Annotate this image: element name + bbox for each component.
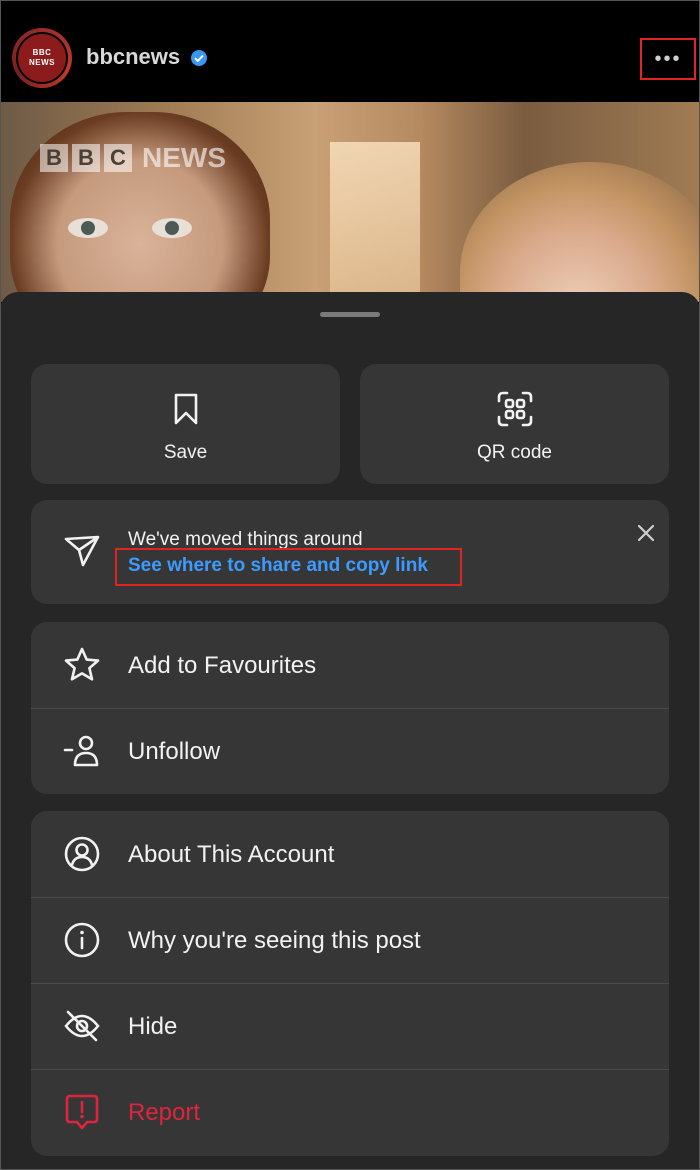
more-options-icon: ••• bbox=[654, 47, 682, 70]
unfollow-label: Unfollow bbox=[128, 738, 221, 765]
options-sheet: Save QR code We've moved things around S… bbox=[0, 292, 700, 1170]
info-icon bbox=[64, 922, 100, 958]
avatar-line1: BBC bbox=[32, 48, 52, 57]
add-to-favourites-label: Add to Favourites bbox=[128, 652, 317, 679]
report-button[interactable]: Report bbox=[31, 1069, 669, 1155]
bookmark-icon bbox=[174, 393, 197, 425]
logo-word: NEWS bbox=[142, 142, 226, 173]
moved-things-notice: We've moved things around See where to s… bbox=[31, 500, 669, 604]
more-options-button[interactable]: ••• bbox=[640, 38, 696, 80]
post-header: BBC NEWS bbcnews ••• bbox=[0, 0, 700, 102]
about-this-account-button[interactable]: About This Account bbox=[31, 811, 669, 897]
save-label: Save bbox=[163, 442, 208, 463]
report-icon bbox=[65, 1094, 99, 1130]
why-seeing-post-label: Why you're seeing this post bbox=[128, 927, 421, 954]
left-eye bbox=[68, 218, 108, 238]
post-image: B B C NEWS bbox=[0, 102, 700, 302]
qr-code-label: QR code bbox=[477, 442, 552, 463]
save-button[interactable]: Save bbox=[31, 364, 340, 484]
account-icon bbox=[64, 836, 100, 872]
report-label: Report bbox=[128, 1099, 201, 1126]
logo-letter-b1: B bbox=[40, 144, 68, 172]
follow-options-group: Add to Favourites Unfollow bbox=[31, 622, 669, 794]
close-icon[interactable] bbox=[635, 522, 657, 544]
right-person bbox=[460, 162, 700, 302]
window-light bbox=[330, 142, 420, 292]
avatar-line2: NEWS bbox=[29, 58, 55, 67]
avatar[interactable]: BBC NEWS bbox=[12, 28, 72, 88]
sheet-drag-handle[interactable] bbox=[320, 312, 380, 317]
unfollow-button[interactable]: Unfollow bbox=[31, 708, 669, 794]
star-icon bbox=[64, 647, 100, 681]
why-seeing-post-button[interactable]: Why you're seeing this post bbox=[31, 897, 669, 983]
verified-badge-icon bbox=[191, 50, 207, 66]
add-to-favourites-button[interactable]: Add to Favourites bbox=[31, 622, 669, 708]
about-this-account-label: About This Account bbox=[128, 841, 335, 868]
unfollow-icon bbox=[63, 735, 99, 767]
share-copy-link[interactable]: See where to share and copy link bbox=[128, 555, 428, 577]
left-person bbox=[10, 112, 270, 302]
logo-letter-b2: B bbox=[72, 144, 100, 172]
username[interactable]: bbcnews bbox=[86, 44, 180, 70]
send-icon bbox=[64, 535, 100, 567]
logo-letter-c: C bbox=[104, 144, 132, 172]
right-eye bbox=[152, 218, 192, 238]
post-options-group: About This Account Why you're seeing thi… bbox=[31, 811, 669, 1156]
hide-button[interactable]: Hide bbox=[31, 983, 669, 1069]
avatar-logo: BBC NEWS bbox=[16, 32, 68, 84]
hide-label: Hide bbox=[128, 1013, 178, 1040]
qr-code-icon bbox=[497, 391, 532, 427]
bbc-news-logo: B B C NEWS bbox=[40, 142, 226, 174]
eye-off-icon bbox=[64, 1010, 100, 1042]
qr-code-button[interactable]: QR code bbox=[360, 364, 669, 484]
